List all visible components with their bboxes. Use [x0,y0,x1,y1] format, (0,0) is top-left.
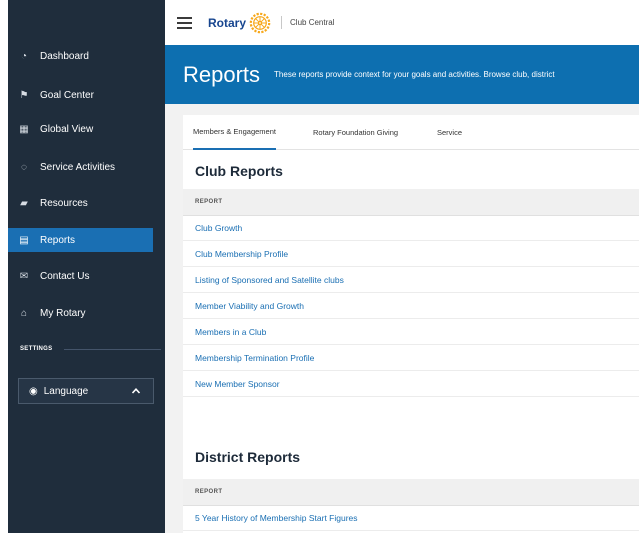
sidebar-item-label: My Rotary [40,307,86,319]
chevron-up-icon [131,388,141,394]
table-row[interactable]: Member Viability and Growth [183,293,639,319]
envelope-icon: ✉ [19,270,29,282]
document-icon: ▤ [19,234,29,246]
report-link[interactable]: Club Growth [195,223,242,233]
book-icon: ▰ [20,197,28,209]
page-title: Reports [183,61,261,87]
language-label: Language [43,385,89,397]
report-link[interactable]: Membership Termination Profile [195,353,314,363]
reports-panel: Members & Engagement Rotary Foundation G… [183,115,639,533]
sidebar-item-reports[interactable]: ▤ Reports [8,228,153,252]
rotary-wheel-logo [249,12,271,33]
club-reports-list: Club Growth Club Membership Profile List… [183,215,639,397]
sidebar-item-contact-us[interactable]: ✉ Contact Us [8,264,153,288]
table-row[interactable]: New Member Sponsor [183,371,639,397]
report-link[interactable]: 5 Year History of Membership Start Figur… [195,513,358,523]
sidebar: ◔ Dashboard ⚑ Goal Center ▦ Global View … [8,0,165,533]
tab-members-engagement[interactable]: Members & Engagement [193,115,276,150]
gauge-icon: ◔ [20,50,28,62]
grid-icon: ▦ [19,123,29,135]
sidebar-item-goal-center[interactable]: ⚑ Goal Center [8,83,153,107]
sidebar-item-label: Dashboard [40,50,89,62]
main-content: Members & Engagement Rotary Foundation G… [165,104,639,533]
sidebar-item-my-rotary[interactable]: ⌂ My Rotary [8,301,153,325]
table-row[interactable]: Members in a Club [183,319,639,345]
report-link[interactable]: Members in a Club [195,327,266,337]
globe-icon: ◉ [29,385,38,397]
sidebar-item-service-activities[interactable]: ◌ Service Activities [8,155,153,179]
table-row[interactable]: Listing of Sponsored and Satellite clubs [183,267,639,293]
language-button[interactable]: ◉ Language [18,378,154,404]
tab-rotary-foundation-giving[interactable]: Rotary Foundation Giving [313,115,398,149]
rotary-wordmark[interactable]: Rotary [208,16,246,30]
sidebar-item-label: Global View [40,123,94,135]
column-header-report: REPORT [195,199,223,205]
report-link[interactable]: Member Viability and Growth [195,301,304,311]
settings-section: SETTINGS [20,343,161,355]
top-bar: Rotary Club Central [165,0,639,45]
sidebar-item-resources[interactable]: ▰ Resources [8,191,153,215]
page-description: These reports provide context for your g… [274,70,555,79]
left-gutter [0,0,8,533]
table-row[interactable]: 5 Year History of Membership Start Figur… [183,505,639,531]
club-reports-column-header: REPORT [183,189,639,216]
report-link[interactable]: Club Membership Profile [195,249,288,259]
table-row[interactable]: Club Growth [183,215,639,241]
sidebar-item-label: Goal Center [40,89,94,101]
home-icon: ⌂ [20,307,28,319]
district-reports-column-header: REPORT [183,479,639,506]
settings-divider [64,348,161,350]
report-link[interactable]: New Member Sponsor [195,379,280,389]
sidebar-item-label: Resources [40,197,88,209]
table-row[interactable]: Club Membership Profile [183,241,639,267]
product-name: Club Central [290,18,335,27]
column-header-report: REPORT [195,489,223,495]
sidebar-item-label: Service Activities [40,161,116,173]
district-reports-heading: District Reports [195,449,301,465]
report-link[interactable]: Listing of Sponsored and Satellite clubs [195,275,344,285]
settings-label: SETTINGS [20,346,53,352]
header-divider [281,16,283,29]
club-reports-heading: Club Reports [195,163,283,179]
sidebar-item-dashboard[interactable]: ◔ Dashboard [8,44,153,68]
sidebar-item-label: Contact Us [40,270,90,282]
flag-icon: ⚑ [19,89,29,101]
report-tabs: Members & Engagement Rotary Foundation G… [183,115,639,150]
table-row[interactable]: Membership Termination Profile [183,345,639,371]
tab-service[interactable]: Service [437,115,462,149]
hamburger-menu-icon[interactable] [177,16,192,29]
district-reports-list: 5 Year History of Membership Start Figur… [183,505,639,531]
page-banner: Reports These reports provide context fo… [165,45,639,104]
sidebar-item-label: Reports [40,234,76,246]
sidebar-item-global-view[interactable]: ▦ Global View [8,117,153,141]
handshake-icon: ◌ [21,161,27,173]
